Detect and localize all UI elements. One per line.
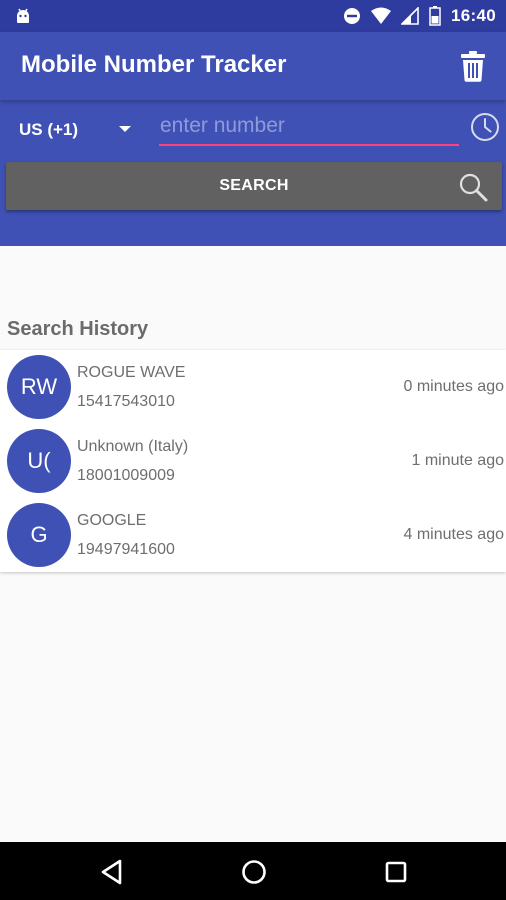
- do-not-disturb-icon: [344, 8, 361, 24]
- history-item[interactable]: U( Unknown (Italy) 18001009009 1 minute …: [0, 424, 506, 498]
- status-bar: 16:40: [0, 0, 506, 32]
- navigation-bar: [0, 842, 506, 900]
- history-item-time: 0 minutes ago: [403, 378, 504, 395]
- search-history-list: RW ROGUE WAVE 15417543010 0 minutes ago …: [0, 350, 506, 572]
- country-select[interactable]: US (+1): [19, 118, 137, 142]
- search-button-label: SEARCH: [219, 177, 289, 194]
- history-item-number: 15417543010: [77, 393, 175, 410]
- app-bar: Mobile Number Tracker: [0, 32, 506, 100]
- back-icon[interactable]: [98, 858, 126, 886]
- signal-icon: [401, 7, 419, 25]
- history-item[interactable]: RW ROGUE WAVE 15417543010 0 minutes ago: [0, 350, 506, 424]
- history-item-time: 4 minutes ago: [403, 526, 504, 543]
- history-item[interactable]: G GOOGLE 19497941600 4 minutes ago: [0, 498, 506, 572]
- search-panel: US (+1) SEARCH: [0, 100, 506, 246]
- search-history-title: Search History: [7, 318, 149, 340]
- history-item-time: 1 minute ago: [411, 452, 504, 469]
- history-item-name: ROGUE WAVE: [77, 364, 186, 381]
- search-button[interactable]: SEARCH: [6, 162, 502, 210]
- history-item-number: 18001009009: [77, 467, 175, 484]
- history-item-name: GOOGLE: [77, 512, 147, 529]
- phone-number-input[interactable]: [159, 112, 459, 146]
- trash-icon[interactable]: [460, 50, 486, 82]
- clock-icon[interactable]: [470, 112, 500, 142]
- history-item-number: 19497941600: [77, 541, 175, 558]
- battery-icon: [429, 6, 441, 26]
- status-time: 16:40: [451, 6, 496, 25]
- app-title: Mobile Number Tracker: [21, 51, 287, 78]
- country-label: US (+1): [19, 120, 79, 139]
- dropdown-arrow-icon: [119, 126, 131, 132]
- search-icon: [459, 173, 488, 202]
- avatar: U(: [7, 429, 71, 493]
- avatar: RW: [7, 355, 71, 419]
- history-item-name: Unknown (Italy): [77, 438, 189, 455]
- recents-icon[interactable]: [382, 858, 410, 886]
- avatar: G: [7, 503, 71, 567]
- wifi-icon: [371, 7, 392, 24]
- android-icon: [17, 8, 29, 23]
- home-icon[interactable]: [240, 858, 268, 886]
